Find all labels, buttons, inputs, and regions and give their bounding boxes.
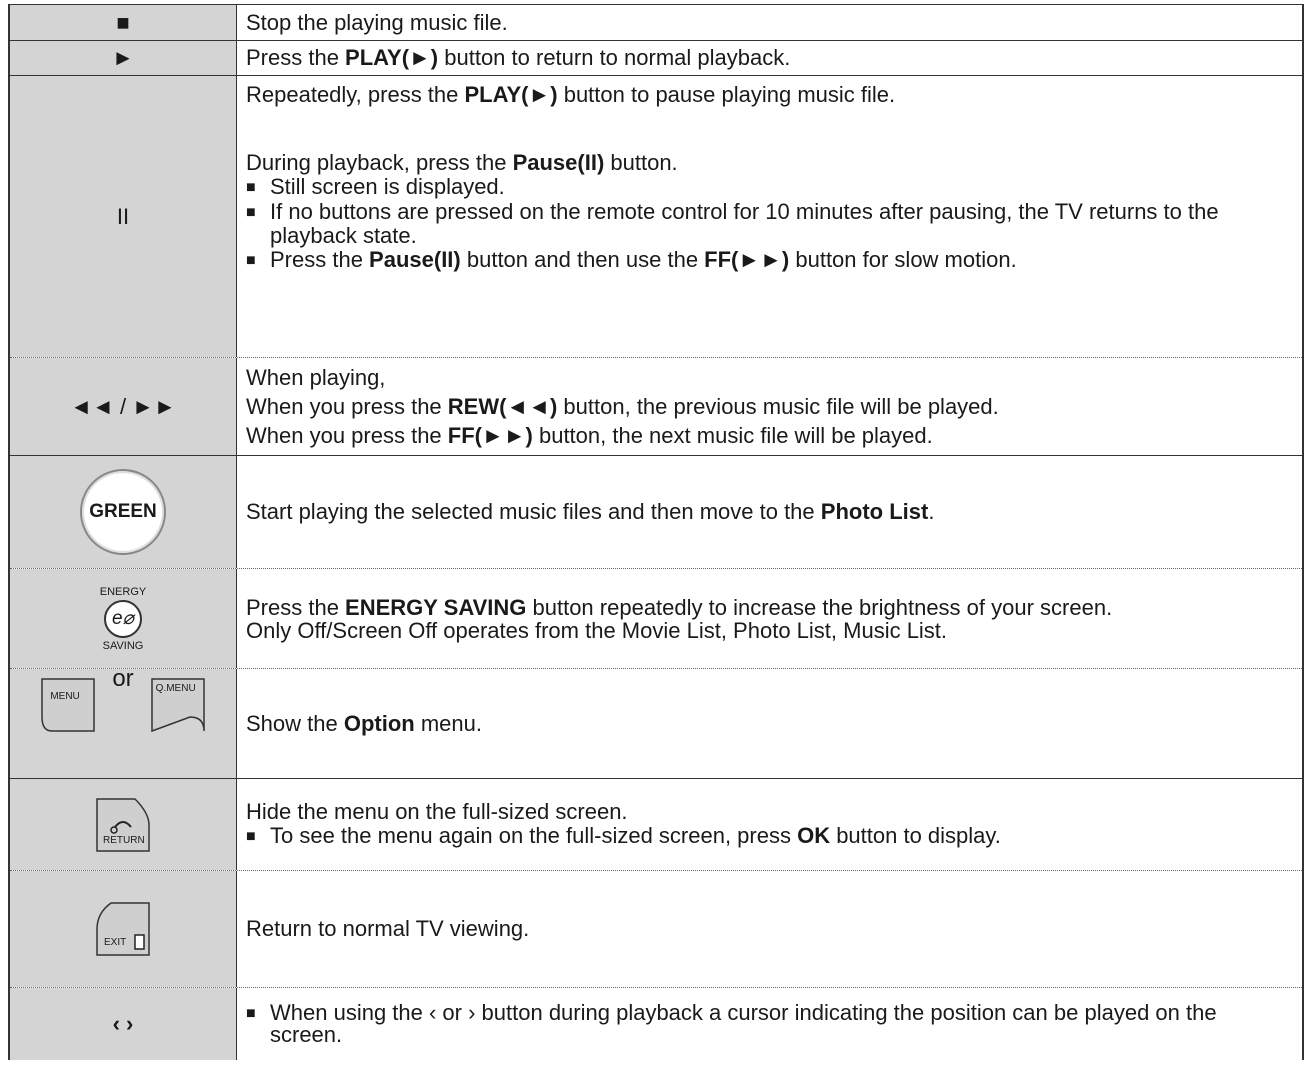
rew-ff-icon: ◄◄ / ►► xyxy=(10,358,237,455)
row-description: When you press the FF(►►) button, the ne… xyxy=(246,423,933,448)
menu-key-icon: MENU xyxy=(40,677,96,733)
play-icon: ► xyxy=(10,41,237,75)
row-description: When you press the REW(◄◄) button, the p… xyxy=(246,394,999,419)
bullet-item: ■ If no buttons are pressed on the remote… xyxy=(246,199,1219,248)
table-row: GREEN Start playing the selected music f… xyxy=(10,456,1302,569)
table-row: MENU or Q.MENU Show the Option menu. xyxy=(10,665,1302,779)
qmenu-key-icon: Q.MENU xyxy=(150,677,206,733)
row-description: Press the ENERGY SAVING button repeatedl… xyxy=(246,594,1113,620)
bullet-item: ■ Still screen is displayed. xyxy=(246,174,505,199)
row-description: Repeatedly, press the PLAY(►) button to … xyxy=(246,82,896,107)
bullet-item: ■ When using the ‹ or › button during pla… xyxy=(246,1000,1217,1047)
table-row: ■ Stop the playing music file. xyxy=(10,5,1302,41)
energy-saving-icon: ENERGY e⌀ SAVING xyxy=(99,585,147,652)
or-label: or xyxy=(112,665,134,692)
table-row: ► Press the PLAY(►) button to return to … xyxy=(10,41,1302,76)
row-description: Stop the playing music file. xyxy=(246,9,508,35)
stop-icon: ■ xyxy=(10,5,237,40)
row-description: During playback, press the Pause(II) but… xyxy=(246,150,678,175)
row-description: Only Off/Screen Off operates from the Mo… xyxy=(246,617,948,643)
return-key-icon: RETURN xyxy=(95,797,151,853)
row-description: Start playing the selected music files a… xyxy=(246,499,935,524)
bullet-item: ■ To see the menu again on the full-sized… xyxy=(246,823,1001,848)
button-function-table: ■ Stop the playing music file. ► Press t… xyxy=(8,4,1304,1060)
row-description: Press the PLAY(►) button to return to no… xyxy=(246,45,791,70)
row-description: Hide the menu on the full-sized screen. xyxy=(246,799,628,824)
row-description: Show the Option menu. xyxy=(246,710,482,736)
table-row: II Repeatedly, press the PLAY(►) button … xyxy=(10,76,1302,358)
table-row: RETURN Hide the menu on the full-sized s… xyxy=(10,779,1302,871)
table-row: ENERGY e⌀ SAVING Press the ENERGY SAVING… xyxy=(10,569,1302,669)
table-row: EXIT Return to normal TV viewing. xyxy=(10,871,1302,988)
table-row: ‹ › ■ When using the ‹ or › button during… xyxy=(10,988,1302,1060)
exit-key-icon: EXIT xyxy=(95,901,151,957)
row-description: Return to normal TV viewing. xyxy=(246,916,530,941)
row-description: When playing, xyxy=(246,365,386,390)
pause-icon: II xyxy=(10,76,237,357)
bullet-item: ■ Press the Pause(II) button and then use… xyxy=(246,247,1017,272)
green-button-icon: GREEN xyxy=(80,469,166,555)
table-row: ◄◄ / ►► When playing, When you press the… xyxy=(10,358,1302,456)
left-right-arrow-icon: ‹ › xyxy=(10,988,237,1060)
